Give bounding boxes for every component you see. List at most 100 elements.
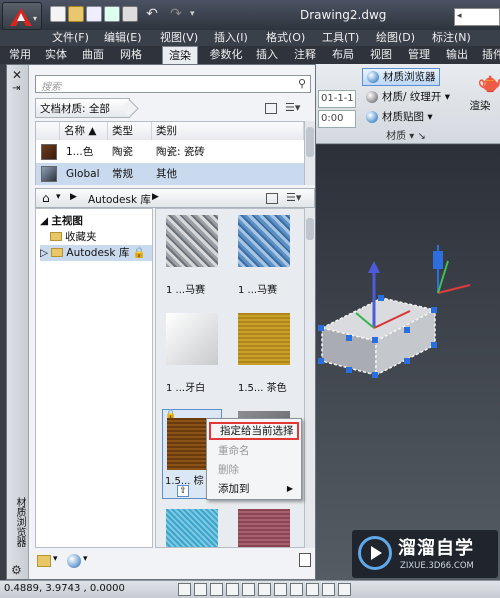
row-category: 陶瓷: 瓷砖 [156, 146, 205, 158]
save-as-icon[interactable] [104, 6, 120, 22]
snap-mode-icon[interactable] [194, 583, 207, 596]
new-file-icon[interactable] [50, 6, 66, 22]
tab-view[interactable]: 视图 [366, 46, 396, 64]
column-header-type[interactable]: 类型 [108, 122, 152, 140]
material-mapping-button[interactable]: 材质贴图 ▾ [362, 108, 433, 126]
tab-surface[interactable]: 曲面 [76, 46, 110, 64]
infer-constraints-icon[interactable] [178, 583, 191, 596]
column-header-name[interactable]: 名称 ▲ [60, 122, 108, 140]
tab-home[interactable]: 常用 [4, 46, 36, 64]
auto-hide-icon[interactable]: ⇥ [12, 83, 20, 94]
sun-date-field[interactable]: 01-1-1 [318, 90, 356, 108]
document-materials-table: 名称 ▲ 类型 类别 1...色 陶瓷 陶瓷: 瓷砖 Global 常规 其他 [35, 121, 305, 185]
materials-textures-label: 材质/ 纹理开 [382, 91, 442, 103]
create-material-icon[interactable] [67, 554, 81, 568]
scrollbar-thumb[interactable] [306, 127, 314, 157]
column-header-category[interactable]: 类别 [152, 122, 304, 140]
material-tile[interactable] [162, 311, 222, 377]
menu-item-rename[interactable]: 重命名 [209, 442, 299, 460]
tab-annotate[interactable]: 注释 [290, 46, 320, 64]
tab-insert[interactable]: 插入 [252, 46, 282, 64]
chevron-down-icon[interactable]: ▾ [53, 554, 58, 564]
3d-object-snap-icon[interactable] [274, 583, 287, 596]
panel-toggle-icon[interactable] [266, 193, 278, 204]
menu-draw[interactable]: 绘图(D) [376, 30, 415, 46]
row-type: 常规 [112, 168, 133, 180]
material-search-input[interactable]: 搜索 ⚲ [35, 75, 311, 93]
tab-plugins[interactable]: 插件 [478, 46, 500, 64]
close-icon[interactable]: ✕ [12, 68, 22, 82]
save-icon[interactable] [86, 6, 102, 22]
library-breadcrumb[interactable]: Autodesk 库 [88, 192, 151, 207]
materials-group-label[interactable]: 材质 ▾ ↘ [362, 130, 450, 144]
menu-view[interactable]: 视图(V) [160, 30, 198, 46]
help-search-input[interactable]: ◂ [454, 8, 500, 26]
row-name: Global [66, 168, 100, 180]
lineweight-icon[interactable] [338, 583, 351, 596]
material-tile[interactable] [162, 213, 222, 279]
sun-time-field[interactable]: 0:00 [318, 110, 356, 128]
menu-item-assign-to-selection[interactable]: 指定给当前选择 [209, 422, 299, 440]
scrollbar-thumb[interactable] [306, 218, 314, 240]
tab-output[interactable]: 输出 [442, 46, 472, 64]
material-tile[interactable] [162, 507, 222, 547]
manage-library-icon[interactable] [37, 555, 51, 567]
panel-toggle-icon[interactable] [265, 103, 277, 114]
application-menu-button[interactable]: ▾ [2, 2, 42, 30]
render-button[interactable]: 🫖 渲染 [460, 70, 500, 130]
grid-display-icon[interactable] [210, 583, 223, 596]
library-tree: ◢ 主视图 收藏夹 ▷ Autodesk 库 🔒 [35, 208, 153, 548]
document-table-scrollbar[interactable] [305, 121, 315, 185]
tab-manage[interactable]: 管理 [404, 46, 434, 64]
open-folder-icon[interactable] [68, 6, 84, 22]
submenu-arrow-icon: ▶ [286, 484, 293, 493]
menu-dimension[interactable]: 标注(N) [432, 30, 471, 46]
tree-item-home[interactable]: ◢ 主视图 [40, 213, 83, 229]
customize-toolbar-icon[interactable]: ▾ [190, 6, 206, 22]
menu-insert[interactable]: 插入(I) [214, 30, 248, 46]
thumbnail-view-icon[interactable]: ☰▾ [286, 191, 301, 204]
undo-icon[interactable]: ↶ [144, 6, 160, 22]
drawing-viewport[interactable] [310, 145, 500, 580]
material-editor-icon[interactable] [299, 553, 311, 567]
context-menu: 指定给当前选择 重命名 删除 添加到 ▶ [206, 418, 302, 500]
dynamic-ucs-icon[interactable] [306, 583, 319, 596]
table-row[interactable]: 1...色 陶瓷 陶瓷: 瓷砖 [36, 141, 304, 163]
list-view-icon[interactable]: ☰▾ [285, 101, 300, 114]
dynamic-input-icon[interactable] [322, 583, 335, 596]
menu-item-delete[interactable]: 删除 [209, 461, 299, 479]
document-materials-filter[interactable]: 文档材质: 全部 [35, 98, 130, 118]
chevron-down-icon[interactable]: ▾ [83, 554, 88, 564]
tab-solid[interactable]: 实体 [40, 46, 72, 64]
palette-properties-icon[interactable]: ⚙ [11, 563, 22, 577]
library-scrollbar[interactable] [305, 208, 315, 548]
menu-item-add-to[interactable]: 添加到 ▶ [209, 480, 299, 498]
tab-parametric[interactable]: 参数化 [204, 46, 248, 64]
tree-item-favorites[interactable]: 收藏夹 [50, 229, 97, 245]
tab-mesh[interactable]: 网格 [114, 46, 148, 64]
table-row[interactable]: Global 常规 其他 [36, 163, 304, 185]
tab-render[interactable]: 渲染 [162, 46, 198, 64]
add-to-document-icon[interactable]: ⇧ [177, 485, 189, 497]
ortho-mode-icon[interactable] [226, 583, 239, 596]
material-tile[interactable] [234, 507, 294, 547]
chevron-down-icon[interactable]: ▾ [56, 192, 61, 202]
menu-format[interactable]: 格式(O) [266, 30, 305, 46]
material-tile[interactable] [234, 311, 294, 377]
print-icon[interactable] [122, 6, 138, 22]
polar-tracking-icon[interactable] [242, 583, 255, 596]
palette-title-strip[interactable]: ✕ ⇥ 材质浏览器 ⚙ [7, 65, 29, 579]
materials-textures-toggle[interactable]: 材质/ 纹理开 ▾ [362, 88, 450, 106]
object-snap-icon[interactable] [258, 583, 271, 596]
material-tile[interactable] [234, 213, 294, 279]
texture-sphere-icon [366, 91, 378, 103]
redo-icon[interactable]: ↷ [168, 6, 184, 22]
tab-layout[interactable]: 布局 [328, 46, 358, 64]
object-snap-tracking-icon[interactable] [290, 583, 303, 596]
menu-file[interactable]: 文件(F) [52, 30, 89, 46]
menu-tools[interactable]: 工具(T) [322, 30, 359, 46]
menu-edit[interactable]: 编辑(E) [104, 30, 142, 46]
home-icon[interactable]: ⌂ [42, 191, 50, 205]
tree-item-autodesk-library[interactable]: ▷ Autodesk 库 🔒 [40, 245, 152, 261]
material-browser-button[interactable]: 材质浏览器 [362, 68, 440, 86]
